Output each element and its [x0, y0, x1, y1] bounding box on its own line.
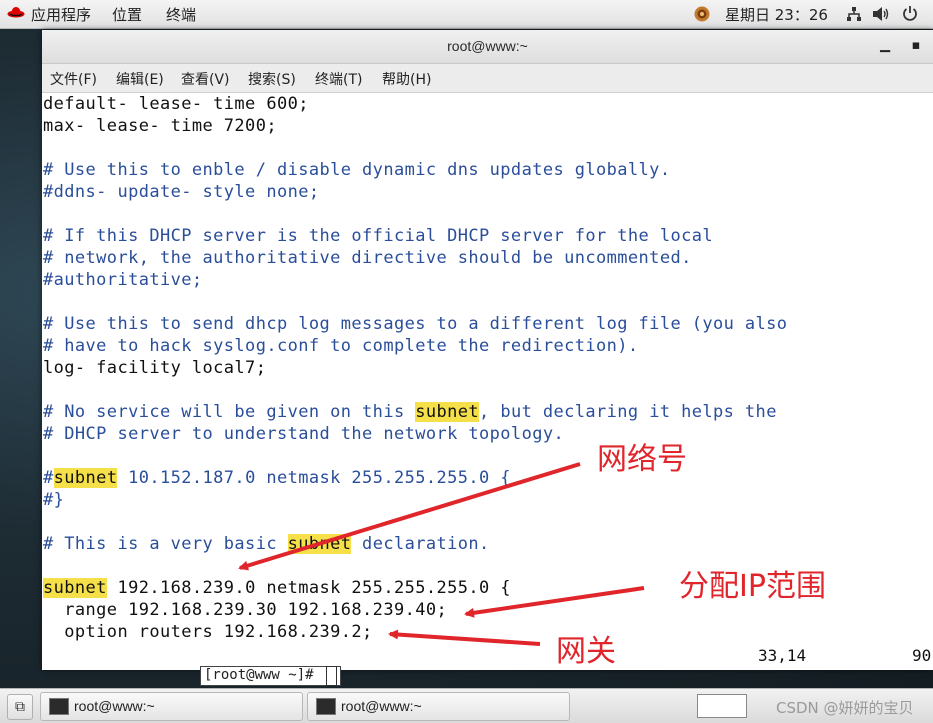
taskbar-item-label: root@www:~: [74, 698, 155, 714]
show-desktop-icon[interactable]: ⧉: [7, 694, 33, 720]
taskbar-item-terminal-1[interactable]: root@www:~: [40, 692, 303, 721]
annotation-ip-range: 分配IP范围: [679, 569, 826, 604]
arrow-ip-range: [464, 586, 645, 618]
taskbar: ⧉ root@www:~ root@www:~ CSDN @妍妍的宝贝: [0, 688, 933, 723]
taskbar-item-terminal-2[interactable]: root@www:~: [307, 692, 570, 721]
arrow-gateway: [388, 629, 541, 646]
terminal-icon: [316, 698, 336, 715]
workspace-switcher[interactable]: [697, 694, 747, 718]
annotation-network-number: 网络号: [597, 442, 687, 477]
terminal-icon: [49, 698, 69, 715]
watermark: CSDN @妍妍的宝贝: [776, 699, 914, 717]
arrow-network-number: [238, 462, 581, 571]
annotation-gateway: 网关: [556, 634, 616, 669]
annotation-arrows: [238, 462, 645, 646]
taskbar-item-label: root@www:~: [341, 698, 422, 714]
